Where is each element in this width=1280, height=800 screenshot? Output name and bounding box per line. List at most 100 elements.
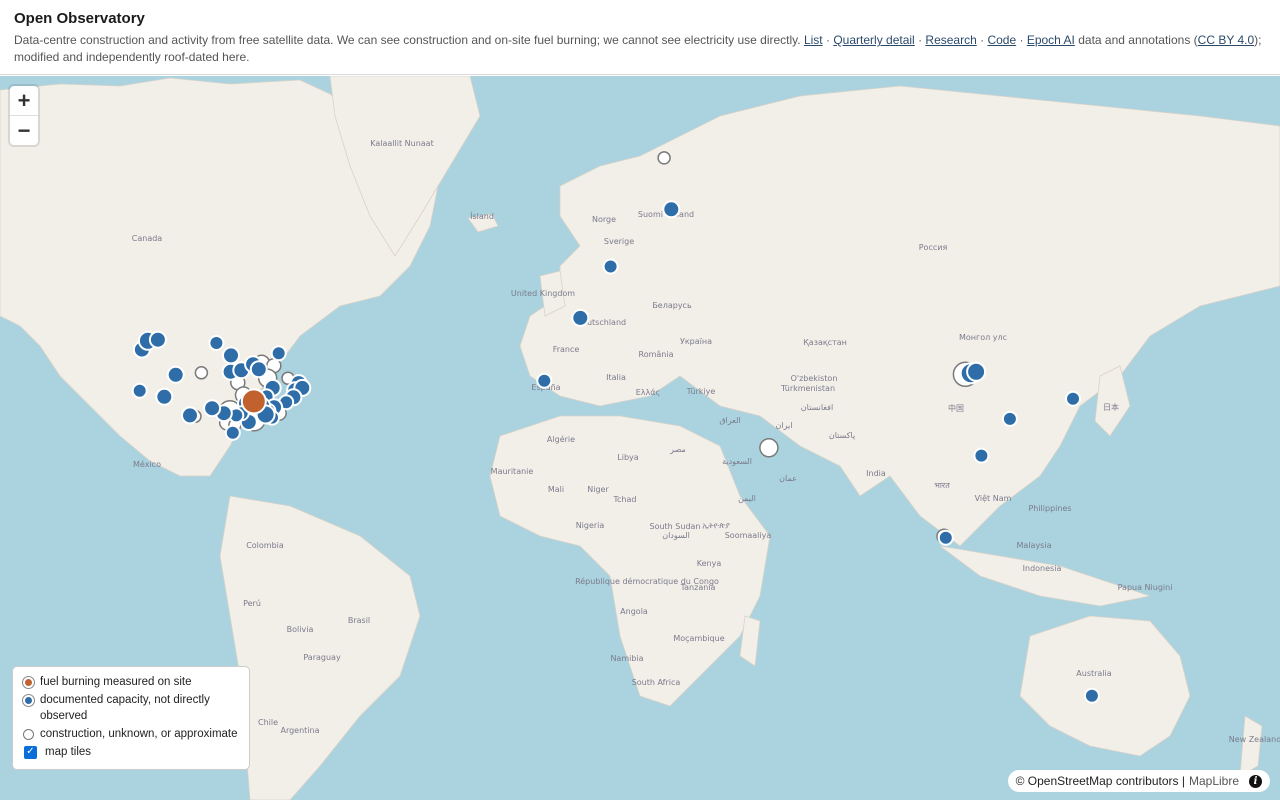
place-label: Angola <box>620 607 648 616</box>
documented-site-marker[interactable] <box>973 447 990 464</box>
place-label: Україна <box>680 337 712 346</box>
documented-site-marker[interactable] <box>131 382 148 399</box>
place-label: Paraguay <box>303 653 341 662</box>
japan-landmass <box>1094 365 1131 437</box>
place-label: Kenya <box>697 559 722 568</box>
new-zealand-landmass <box>1239 715 1263 777</box>
documented-site-marker[interactable] <box>602 258 619 275</box>
place-label: Australia <box>1076 669 1111 678</box>
documented-site-marker[interactable] <box>1001 410 1018 427</box>
separator: · <box>1019 33 1024 47</box>
info-icon[interactable]: i <box>1249 774 1262 788</box>
place-label: Namibia <box>610 654 643 663</box>
epoch-ai-link[interactable]: Epoch AI <box>1027 33 1075 47</box>
documented-site-marker[interactable] <box>203 399 222 418</box>
fuel-site-marker[interactable] <box>240 388 267 415</box>
list-link[interactable]: List <box>804 33 823 47</box>
place-label: Perú <box>243 599 261 608</box>
place-label: Papua Niugini <box>1118 583 1173 592</box>
legend-label: fuel burning measured on site <box>40 676 192 688</box>
place-label: 日本 <box>1103 402 1119 412</box>
place-label: South Africa <box>632 678 681 687</box>
place-label: Libya <box>617 453 638 462</box>
research-link[interactable]: Research <box>925 33 976 47</box>
place-label: Türkiye <box>686 387 716 396</box>
place-label: O'zbekiston <box>791 374 838 383</box>
documented-site-marker[interactable] <box>155 387 174 406</box>
place-label: Canada <box>132 234 163 243</box>
legend-item-construction: construction, unknown, or approximate <box>21 726 241 742</box>
construction-site-marker[interactable] <box>759 438 779 458</box>
documented-site-marker[interactable] <box>536 372 553 389</box>
place-label: Argentina <box>280 726 319 735</box>
documented-site-marker[interactable] <box>222 346 240 365</box>
documented-site-marker[interactable] <box>166 365 185 384</box>
page-description: Data-centre construction and activity fr… <box>14 32 1266 66</box>
documented-site-marker[interactable] <box>1065 390 1081 407</box>
place-label: Tchad <box>613 495 637 504</box>
zoom-in-button[interactable]: + <box>10 86 38 115</box>
construction-site-marker[interactable] <box>657 151 671 165</box>
documented-site-marker[interactable] <box>249 360 268 379</box>
place-label: Қазақстан <box>803 338 847 347</box>
place-label: العراق <box>719 416 740 425</box>
osm-attribution[interactable]: © OpenStreetMap contributors | <box>1016 774 1185 788</box>
map-tiles-toggle[interactable]: ✓ map tiles <box>21 744 241 760</box>
license-link[interactable]: CC BY 4.0 <box>1198 33 1254 47</box>
place-label: Монгол улс <box>959 333 1007 342</box>
construction-site-marker[interactable] <box>194 366 209 380</box>
place-label: Algérie <box>547 434 575 444</box>
page-header: Open Observatory Data-centre constructio… <box>0 0 1280 75</box>
place-label: भारत <box>934 481 950 490</box>
place-label: مصر <box>669 445 686 454</box>
place-label: République démocratique du Congo <box>575 576 719 586</box>
place-label: Bolivia <box>287 625 314 634</box>
separator: · <box>980 33 985 47</box>
documented-site-marker[interactable] <box>181 406 199 425</box>
documented-site-marker[interactable] <box>966 361 987 382</box>
documented-site-marker[interactable] <box>148 330 167 349</box>
legend-item-fuel: fuel burning measured on site <box>21 674 241 690</box>
documented-site-marker[interactable] <box>224 424 241 441</box>
documented-site-marker[interactable] <box>270 345 287 362</box>
place-label: India <box>866 469 886 478</box>
zoom-control: + − <box>10 86 38 145</box>
attribution-bar: © OpenStreetMap contributors | MapLibre … <box>1007 770 1270 792</box>
australia-landmass <box>1019 615 1191 757</box>
place-label: عمان <box>779 474 797 483</box>
place-label: Moçambique <box>673 634 724 643</box>
place-label: Sverige <box>604 237 634 246</box>
indonesia-landmass <box>939 545 1152 607</box>
page-title: Open Observatory <box>14 10 145 27</box>
legend-label: construction, unknown, or approximate <box>40 728 238 740</box>
place-label: پاکستان <box>829 431 855 440</box>
place-label: México <box>133 459 161 469</box>
place-label: 中国 <box>948 403 964 413</box>
place-label: Россия <box>919 243 948 252</box>
place-label: Ísland <box>470 210 494 221</box>
world-map[interactable]: Kalaallit Nunaat Canada Ísland Norge Sverige… <box>0 76 1280 800</box>
code-link[interactable]: Code <box>987 33 1016 47</box>
place-label: Việt Nam <box>975 493 1012 503</box>
description-text: Data-centre construction and activity fr… <box>14 33 801 47</box>
place-label: Colombia <box>246 541 284 550</box>
place-label: Беларусь <box>652 301 692 310</box>
quarterly-detail-link[interactable]: Quarterly detail <box>833 33 914 47</box>
documented-site-marker[interactable] <box>1083 687 1100 704</box>
documented-site-marker[interactable] <box>662 200 681 219</box>
construction-marker-icon <box>23 729 34 740</box>
legend-item-documented: documented capacity, not directly observ… <box>21 692 241 724</box>
place-label: Italia <box>606 373 626 382</box>
documented-site-marker[interactable] <box>208 335 225 351</box>
documented-site-marker[interactable] <box>937 529 954 546</box>
place-label: Mali <box>548 485 564 494</box>
place-label: السودان <box>662 531 690 540</box>
legend-label: documented capacity, not directly observ… <box>40 694 210 722</box>
place-label: Norge <box>592 215 616 224</box>
place-label: Ελλάς <box>636 388 661 397</box>
zoom-out-button[interactable]: − <box>10 115 38 145</box>
map-tiles-checkbox[interactable]: ✓ <box>24 745 37 759</box>
documented-site-marker[interactable] <box>571 308 590 327</box>
maplibre-link[interactable]: MapLibre <box>1189 774 1239 788</box>
legend: fuel burning measured on site documented… <box>12 666 250 770</box>
